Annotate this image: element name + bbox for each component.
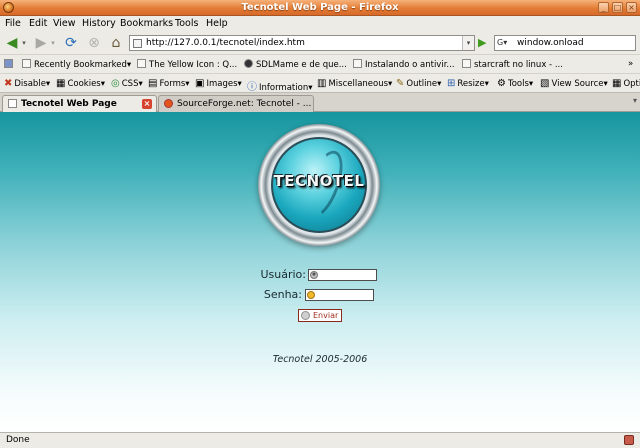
menu-edit[interactable]: Edit [29, 18, 47, 29]
page-icon [462, 59, 471, 68]
menu-bookmarks[interactable]: Bookmarks [120, 18, 173, 29]
search-bar[interactable]: G▾ window.onload [494, 35, 636, 51]
menu-help[interactable]: Help [206, 18, 228, 29]
bookmark-sdlmame[interactable]: SDLMame e de que... [244, 59, 347, 70]
status-bar: Done [0, 432, 640, 448]
dev-cookies[interactable]: ▦ Cookies▾ [56, 78, 105, 89]
menu-file[interactable]: File [5, 18, 21, 29]
page-icon [137, 59, 146, 68]
bookmark-antivirus[interactable]: Instalando o antivir... [353, 59, 455, 70]
window-title: Tecnotel Web Page - Firefox [241, 2, 399, 13]
back-arrow-icon[interactable]: ◀ [3, 35, 21, 51]
bookmarks-overflow-icon[interactable]: » [628, 59, 633, 69]
tools-icon: ⚙ [497, 78, 506, 89]
bookmarks-toolbar: Recently Bookmarked▾ The Yellow Icon : Q… [0, 55, 640, 74]
css-icon: ◎ [111, 78, 120, 89]
images-icon: ▣ [195, 78, 205, 89]
stop-icon[interactable]: ⊗ [85, 35, 103, 51]
web-developer-toolbar: ✖ Disable▾ ▦ Cookies▾ ◎ CSS▾ ▤ Forms▾ ▣ Image… [0, 74, 640, 93]
page-icon [133, 39, 142, 48]
forward-history-dropdown-icon[interactable]: ▾ [49, 35, 57, 51]
close-window-button[interactable]: × [626, 2, 637, 13]
search-engine-icon[interactable]: G▾ [497, 38, 515, 48]
disable-icon: ✖ [4, 78, 13, 89]
forms-icon: ▤ [148, 78, 158, 89]
address-url[interactable]: http://127.0.0.1/tecnotel/index.htm [146, 38, 305, 48]
tab-list-icon[interactable]: ▾ [633, 96, 637, 105]
bookmark-yellow-icon[interactable]: The Yellow Icon : Q... [137, 59, 237, 70]
menu-tools[interactable]: Tools [175, 18, 198, 29]
senha-label: Senha: [263, 288, 302, 301]
user-icon [310, 271, 318, 279]
usuario-label: Usuário: [260, 268, 306, 281]
menu-view[interactable]: View [53, 18, 76, 29]
outline-icon: ✎ [396, 78, 405, 89]
forward-arrow-icon[interactable]: ▶ [32, 35, 50, 51]
page-content: TECNOTEL Usuário: Senha: Enviar Tecnotel… [0, 112, 640, 432]
dev-miscellaneous[interactable]: ▥ Miscellaneous▾ [317, 78, 392, 89]
dev-options[interactable]: ▦ Opti [612, 78, 640, 89]
tab-tecnotel-web-page[interactable]: Tecnotel Web Page × [2, 95, 157, 113]
go-icon[interactable]: ▶ [478, 36, 490, 50]
bookmarks-menu-icon[interactable] [4, 59, 16, 70]
back-history-dropdown-icon[interactable]: ▾ [20, 35, 28, 51]
view-source-icon: ▧ [540, 78, 550, 89]
dev-outline[interactable]: ✎ Outline▾ [396, 78, 441, 89]
tab-sourceforge[interactable]: SourceForge.net: Tecnotel - ... [158, 95, 314, 112]
dev-resize[interactable]: ⊞ Resize▾ [447, 78, 489, 89]
status-text: Done [6, 435, 30, 445]
reload-icon[interactable]: ⟳ [62, 35, 80, 51]
minimize-button[interactable]: _ [598, 2, 609, 13]
bookmark-icon [353, 59, 362, 68]
bookmark-starcraft[interactable]: starcraft no linux - ... [462, 59, 563, 70]
key-icon [307, 291, 315, 299]
search-input[interactable]: window.onload [517, 38, 584, 48]
submit-icon [301, 311, 310, 320]
dev-tools[interactable]: ⚙ Tools▾ [497, 78, 533, 89]
dev-forms[interactable]: ▤ Forms▾ [148, 78, 190, 89]
address-dropdown-icon[interactable]: ▾ [462, 36, 474, 50]
dev-information[interactable]: ⓘ Information▾ [247, 78, 312, 93]
status-addon-icon[interactable] [624, 435, 634, 445]
dev-disable[interactable]: ✖ Disable▾ [4, 78, 50, 89]
bookmark-recently-bookmarked[interactable]: Recently Bookmarked▾ [22, 59, 131, 70]
home-icon[interactable]: ⌂ [107, 35, 125, 51]
close-tab-icon[interactable]: × [142, 99, 152, 109]
dev-css[interactable]: ◎ CSS▾ [111, 78, 143, 89]
menu-history[interactable]: History [82, 18, 116, 29]
dev-images[interactable]: ▣ Images▾ [195, 78, 242, 89]
page-footer: Tecnotel 2005-2006 [272, 354, 368, 365]
tecnotel-logo: TECNOTEL [258, 124, 380, 246]
information-icon: ⓘ [247, 82, 257, 93]
title-bar: Tecnotel Web Page - Firefox _ □ × [0, 0, 640, 16]
cookie-icon: ▦ [56, 78, 66, 89]
options-icon: ▦ [612, 78, 622, 89]
dev-view-source[interactable]: ▧ View Source▾ [540, 78, 608, 89]
page-icon [8, 99, 17, 108]
usuario-input[interactable] [308, 269, 377, 281]
address-bar[interactable]: http://127.0.0.1/tecnotel/index.htm ▾ [129, 35, 475, 51]
menu-bar: File Edit View History Bookmarks Tools H… [0, 16, 640, 31]
sourceforge-icon [164, 99, 173, 108]
maximize-button[interactable]: □ [612, 2, 623, 13]
wordpress-icon [244, 59, 253, 68]
miscellaneous-icon: ▥ [317, 78, 327, 89]
rss-icon [22, 59, 31, 68]
senha-input[interactable] [305, 289, 374, 301]
enviar-button[interactable]: Enviar [298, 309, 342, 322]
logo-text: TECNOTEL [273, 172, 365, 190]
resize-icon: ⊞ [447, 78, 456, 89]
tab-strip: Tecnotel Web Page × SourceForge.net: Tec… [0, 93, 640, 113]
